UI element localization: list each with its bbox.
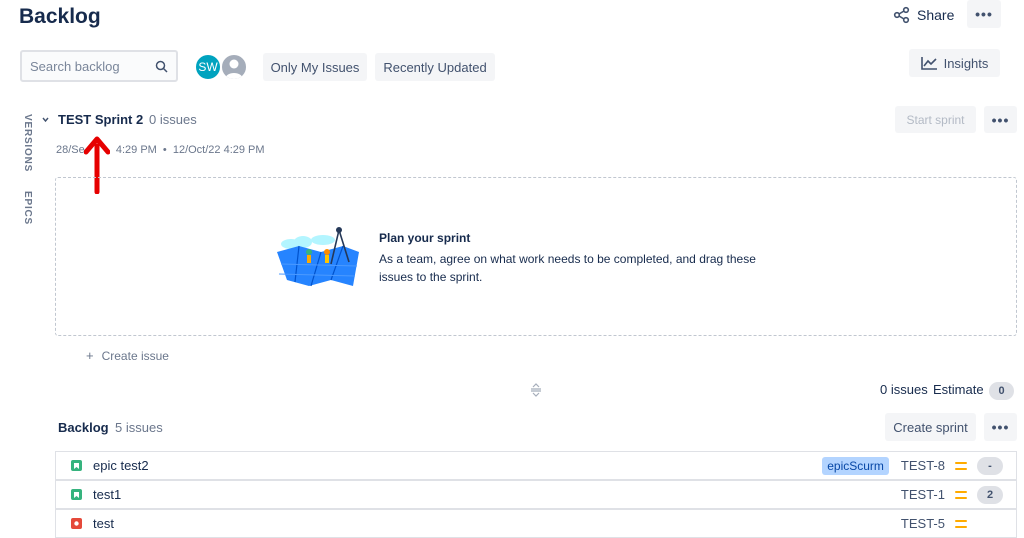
- avatar-unassigned[interactable]: [220, 53, 248, 81]
- table-row[interactable]: test TEST-5: [55, 509, 1017, 538]
- estimate-badge: -: [977, 456, 1003, 475]
- sprint-collapse-toggle[interactable]: [41, 113, 51, 125]
- estimate-badge: 2: [977, 485, 1003, 504]
- epic-lozenge[interactable]: epicScurm: [822, 456, 889, 475]
- sprint-summary-estimate-label: Estimate: [933, 382, 984, 397]
- search-input[interactable]: Search backlog: [20, 50, 178, 82]
- share-icon: [893, 6, 910, 24]
- insights-button[interactable]: Insights: [909, 49, 1000, 77]
- share-label: Share: [917, 7, 955, 23]
- bug-icon: [71, 518, 82, 529]
- issue-key[interactable]: TEST-1: [901, 487, 945, 502]
- backlog-more-button[interactable]: •••: [984, 413, 1017, 441]
- share-button[interactable]: Share: [893, 5, 954, 25]
- table-row[interactable]: test1 TEST-1 2: [55, 480, 1017, 509]
- issue-key[interactable]: TEST-8: [901, 458, 945, 473]
- recently-updated-filter[interactable]: Recently Updated: [375, 53, 495, 81]
- story-icon: [71, 460, 82, 471]
- table-row[interactable]: epic test2 epicScurm TEST-8 -: [55, 451, 1017, 480]
- user-icon: [225, 59, 243, 79]
- chevron-down-icon: [42, 117, 49, 122]
- create-issue-button[interactable]: + Create issue: [86, 348, 169, 363]
- backlog-name: Backlog: [58, 420, 109, 435]
- issue-summary: test: [93, 516, 114, 531]
- insights-label: Insights: [943, 55, 989, 71]
- issue-summary: test1: [93, 487, 122, 502]
- sprint-date-separator: •: [162, 144, 167, 156]
- sprint-illustration: [277, 227, 359, 287]
- sprint-issue-count: 0 issues: [149, 112, 197, 127]
- priority-medium-icon: [955, 519, 967, 528]
- priority-medium-icon: [955, 490, 967, 499]
- sprint-summary-issues: 0 issues: [880, 382, 928, 397]
- start-sprint-button[interactable]: Start sprint: [895, 106, 976, 133]
- page-title: Backlog: [19, 5, 101, 28]
- sprint-name[interactable]: TEST Sprint 2: [58, 112, 143, 127]
- search-placeholder: Search backlog: [30, 58, 120, 74]
- issue-key[interactable]: TEST-5: [901, 516, 945, 531]
- backlog-issue-count: 5 issues: [115, 420, 163, 435]
- plus-icon: +: [86, 348, 94, 363]
- search-icon: [155, 60, 168, 73]
- issue-summary: epic test2: [93, 458, 149, 473]
- versions-tab[interactable]: VERSIONS: [22, 114, 33, 172]
- estimate-empty: [977, 515, 1003, 533]
- sprint-estimate-badge: 0: [989, 382, 1014, 400]
- insights-chart-icon: [920, 57, 937, 70]
- create-sprint-button[interactable]: Create sprint: [885, 413, 976, 441]
- sprint-date-start-time: 4:29 PM: [115, 144, 157, 156]
- empty-sprint-title: Plan your sprint: [379, 231, 471, 245]
- sprint-date-start: 28/Se: [56, 144, 85, 156]
- page-more-button[interactable]: •••: [967, 0, 1001, 28]
- story-icon: [71, 489, 82, 500]
- epics-tab[interactable]: EPICS: [22, 191, 33, 225]
- priority-medium-icon: [955, 461, 967, 470]
- create-issue-label: Create issue: [101, 348, 169, 363]
- sprint-date-end: 12/Oct/22 4:29 PM: [172, 144, 265, 156]
- empty-sprint-description: As a team, agree on what work needs to b…: [379, 252, 756, 284]
- avatar-sw[interactable]: SW: [194, 53, 222, 81]
- only-my-issues-filter[interactable]: Only My Issues: [263, 53, 367, 81]
- drag-handle-icon[interactable]: [529, 383, 543, 397]
- sprint-more-button[interactable]: •••: [984, 106, 1017, 133]
